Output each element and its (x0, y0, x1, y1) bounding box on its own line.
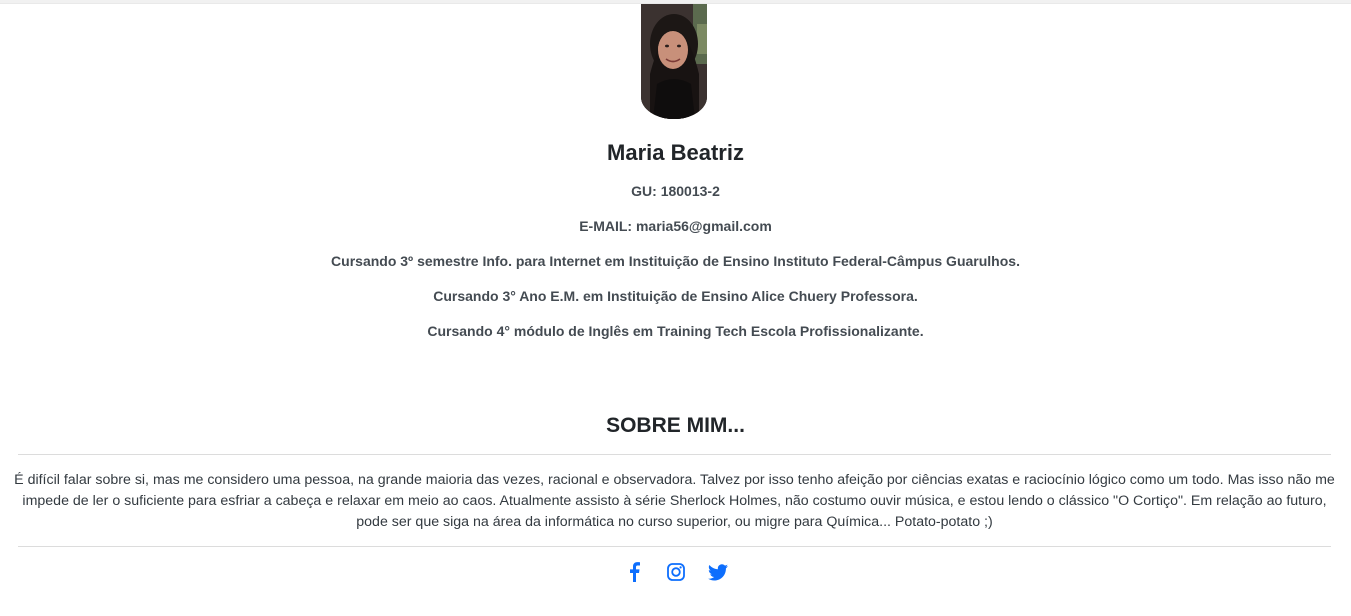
course-line-1: Cursando 3º semestre Info. para Internet… (331, 253, 1020, 269)
divider-top (18, 454, 1331, 455)
twitter-link[interactable] (707, 560, 729, 584)
gu-number: GU: 180013-2 (631, 183, 720, 199)
instagram-icon (666, 563, 685, 581)
twitter-icon (707, 563, 728, 580)
profile-name: Maria Beatriz (607, 140, 744, 165)
avatar (641, 4, 707, 119)
instagram-link[interactable] (665, 560, 687, 584)
email-line: E-MAIL: maria56@gmail.com (579, 218, 772, 234)
social-links (0, 560, 1351, 584)
course-line-2: Cursando 3° Ano E.M. em Instituição de E… (433, 288, 918, 304)
facebook-link[interactable] (623, 560, 645, 584)
about-title: SOBRE MIM... (606, 414, 745, 437)
profile-page: Maria Beatriz GU: 180013-2 E-MAIL: maria… (0, 0, 1351, 616)
divider-bottom (18, 546, 1331, 547)
about-text: É difícil falar sobre si, mas me conside… (14, 472, 1335, 530)
course-line-3: Cursando 4° módulo de Inglês em Training… (427, 323, 924, 339)
facebook-icon (629, 562, 640, 582)
profile-info: Maria Beatriz GU: 180013-2 E-MAIL: maria… (0, 138, 1351, 339)
avatar-photo (641, 4, 707, 119)
